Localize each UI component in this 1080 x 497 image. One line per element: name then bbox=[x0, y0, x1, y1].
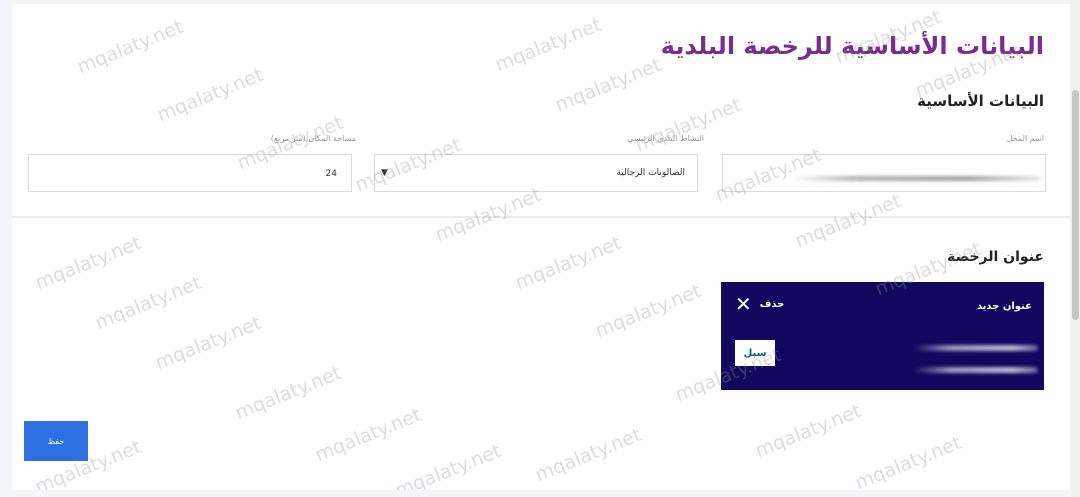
watermark: mqalaty.net bbox=[391, 439, 505, 490]
subul-logo: سبل bbox=[735, 340, 775, 366]
watermark: mqalaty.net bbox=[851, 431, 965, 490]
shop-name-field[interactable] bbox=[722, 154, 1046, 192]
watermark: mqalaty.net bbox=[591, 279, 705, 343]
area-field[interactable]: 24 bbox=[28, 154, 352, 192]
scrollbar-thumb[interactable] bbox=[1072, 90, 1079, 320]
address-card: عنوان جديد ✕ حذف سبل bbox=[721, 282, 1044, 390]
save-button[interactable]: حفظ bbox=[24, 421, 88, 461]
activity-label: النشاط البلدي الرئيسي bbox=[627, 134, 704, 143]
activity-value: الصالونات الرجالية bbox=[616, 168, 685, 178]
activity-select[interactable]: ▼ الصالونات الرجالية bbox=[374, 154, 698, 192]
watermark: mqalaty.net bbox=[511, 231, 625, 295]
section-divider bbox=[12, 216, 1070, 218]
address-card-title: عنوان جديد bbox=[976, 301, 1032, 312]
watermark: mqalaty.net bbox=[751, 399, 865, 463]
watermark: mqalaty.net bbox=[73, 15, 187, 79]
redacted-address-line-2 bbox=[913, 367, 1038, 373]
redacted-shop-name bbox=[791, 176, 1041, 181]
watermark: mqalaty.net bbox=[431, 183, 545, 247]
delete-label: حذف bbox=[759, 298, 785, 310]
page-title: البيانات الأساسية للرخصة البلدية bbox=[660, 32, 1044, 60]
watermark: mqalaty.net bbox=[31, 231, 145, 295]
area-value: 24 bbox=[325, 169, 337, 179]
chevron-down-icon: ▼ bbox=[381, 168, 388, 178]
watermark: mqalaty.net bbox=[231, 361, 345, 425]
watermark: mqalaty.net bbox=[151, 311, 265, 375]
close-icon[interactable]: ✕ bbox=[735, 294, 752, 314]
delete-address-button[interactable]: ✕ حذف bbox=[735, 294, 784, 314]
scrollbar[interactable] bbox=[1070, 0, 1080, 497]
watermark: mqalaty.net bbox=[311, 403, 425, 467]
watermark: mqalaty.net bbox=[91, 271, 205, 335]
area-label: مساحة المكان (متر مربع) bbox=[270, 134, 356, 143]
page-container: البيانات الأساسية للرخصة البلدية البيانا… bbox=[12, 4, 1070, 490]
basic-info-heading: البيانات الأساسية bbox=[917, 92, 1044, 110]
watermark: mqalaty.net bbox=[491, 13, 605, 77]
watermark: mqalaty.net bbox=[531, 423, 645, 487]
redacted-address-line-1 bbox=[913, 345, 1038, 351]
shop-name-label: اسم المحل bbox=[1006, 134, 1044, 143]
license-address-heading: عنوان الرخصة bbox=[947, 249, 1044, 265]
watermark: mqalaty.net bbox=[631, 93, 745, 157]
watermark: mqalaty.net bbox=[791, 189, 905, 253]
watermark: mqalaty.net bbox=[153, 63, 267, 127]
watermark: mqalaty.net bbox=[551, 53, 665, 117]
